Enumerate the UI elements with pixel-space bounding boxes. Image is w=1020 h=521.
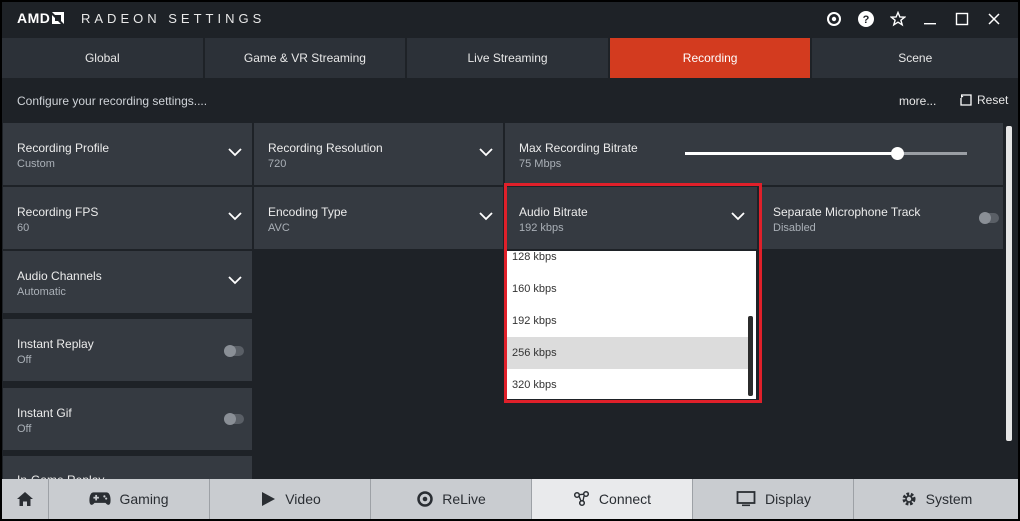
bottom-nav: Gaming Video ReLive Connect Display Syst…	[2, 479, 1018, 519]
separate-microphone-toggle[interactable]	[979, 212, 999, 224]
home-icon	[17, 492, 33, 506]
setting-value: AVC	[268, 222, 290, 234]
page-description: Configure your recording settings....	[17, 94, 208, 108]
bitrate-slider-thumb[interactable]	[890, 147, 904, 160]
reset-label: Reset	[977, 93, 1009, 107]
main-scrollbar[interactable]	[1006, 126, 1012, 441]
setting-value: 75 Mbps	[519, 158, 562, 170]
instant-replay-toggle[interactable]	[224, 345, 244, 357]
home-button[interactable]	[2, 479, 49, 519]
setting-label: Recording FPS	[17, 205, 99, 219]
nav-display[interactable]: Display	[693, 479, 854, 519]
chevron-down-icon	[228, 148, 242, 157]
recording-resolution-dropdown[interactable]: Recording Resolution 720	[254, 123, 503, 185]
max-recording-bitrate-slider-card: Max Recording Bitrate 75 Mbps	[505, 123, 1003, 185]
setting-label: Recording Profile	[17, 141, 110, 155]
help-icon[interactable]: ?	[850, 7, 882, 31]
instant-gif-toggle[interactable]	[224, 413, 244, 425]
relive-icon	[417, 491, 433, 507]
app-window: AMD RADEON SETTINGS ? Global Game & VR S…	[2, 2, 1018, 519]
tab-scene[interactable]: Scene	[812, 38, 1018, 78]
nav-label: Connect	[598, 491, 652, 507]
setting-value: Disabled	[773, 222, 816, 234]
svg-text:?: ?	[863, 14, 870, 26]
setting-value: Custom	[17, 158, 55, 170]
chevron-down-icon	[479, 148, 493, 157]
chevron-down-icon	[228, 276, 242, 285]
tab-recording[interactable]: Recording	[609, 38, 811, 78]
audio-channels-dropdown[interactable]: Audio Channels Automatic	[3, 251, 252, 313]
recording-profile-dropdown[interactable]: Recording Profile Custom	[3, 123, 252, 185]
highlight-box	[504, 183, 762, 403]
brand-text: AMD	[17, 10, 51, 26]
sub-header: Configure your recording settings.... mo…	[2, 79, 1018, 121]
star-icon[interactable]	[882, 7, 914, 31]
maximize-icon[interactable]	[946, 7, 978, 31]
setting-label: Instant Gif	[17, 406, 72, 420]
gamepad-icon	[89, 492, 112, 505]
setting-label: Audio Channels	[17, 269, 102, 283]
setting-value: 60	[17, 222, 30, 234]
separate-microphone-track-toggle-card: Separate Microphone Track Disabled	[759, 187, 1003, 249]
nav-relive[interactable]: ReLive	[371, 479, 532, 519]
nav-label: System	[925, 491, 973, 507]
tab-global[interactable]: Global	[2, 38, 203, 78]
tab-bar: Global Game & VR Streaming Live Streamin…	[2, 38, 1018, 78]
tab-live-streaming[interactable]: Live Streaming	[407, 38, 608, 78]
connect-icon	[573, 490, 589, 507]
nav-connect[interactable]: Connect	[532, 479, 693, 519]
nav-label: Gaming	[119, 491, 169, 507]
setting-value: Off	[17, 423, 32, 435]
bitrate-slider-track[interactable]	[685, 147, 967, 160]
bitrate-slider-fill	[685, 152, 897, 155]
recording-fps-dropdown[interactable]: Recording FPS 60	[3, 187, 252, 249]
setting-label: Encoding Type	[268, 205, 348, 219]
title-bar: AMD RADEON SETTINGS ?	[2, 2, 1018, 36]
setting-label: Max Recording Bitrate	[519, 141, 638, 155]
reset-button[interactable]: Reset	[960, 93, 1008, 107]
display-icon	[736, 491, 756, 507]
setting-value: Off	[17, 354, 32, 366]
setting-label: Instant Replay	[17, 337, 94, 351]
tab-game-vr-streaming[interactable]: Game & VR Streaming	[204, 38, 406, 78]
nav-label: Display	[765, 491, 811, 507]
setting-value: Automatic	[17, 286, 66, 298]
setting-label: Separate Microphone Track	[773, 205, 921, 219]
close-icon[interactable]	[978, 7, 1010, 31]
relive-icon[interactable]	[818, 7, 850, 31]
setting-value: 720	[268, 158, 287, 170]
nav-video[interactable]: Video	[210, 479, 371, 519]
chevron-down-icon	[228, 212, 242, 221]
nav-label: Video	[285, 491, 321, 507]
minimize-icon[interactable]	[914, 7, 946, 31]
amd-logo: AMD	[17, 10, 65, 26]
nav-system[interactable]: System	[854, 479, 1018, 519]
setting-label: Recording Resolution	[268, 141, 383, 155]
play-icon	[262, 492, 276, 506]
chevron-down-icon	[479, 212, 493, 221]
app-title: RADEON SETTINGS	[81, 11, 266, 26]
encoding-type-dropdown[interactable]: Encoding Type AVC	[254, 187, 503, 249]
nav-gaming[interactable]: Gaming	[49, 479, 210, 519]
amd-arrow-icon	[52, 12, 65, 24]
reset-icon	[960, 94, 972, 106]
gear-icon	[902, 492, 916, 506]
more-link[interactable]: more...	[899, 94, 936, 108]
instant-gif-toggle-card: Instant Gif Off	[3, 388, 252, 450]
instant-replay-toggle-card: Instant Replay Off	[3, 319, 252, 381]
nav-label: ReLive	[442, 491, 486, 507]
